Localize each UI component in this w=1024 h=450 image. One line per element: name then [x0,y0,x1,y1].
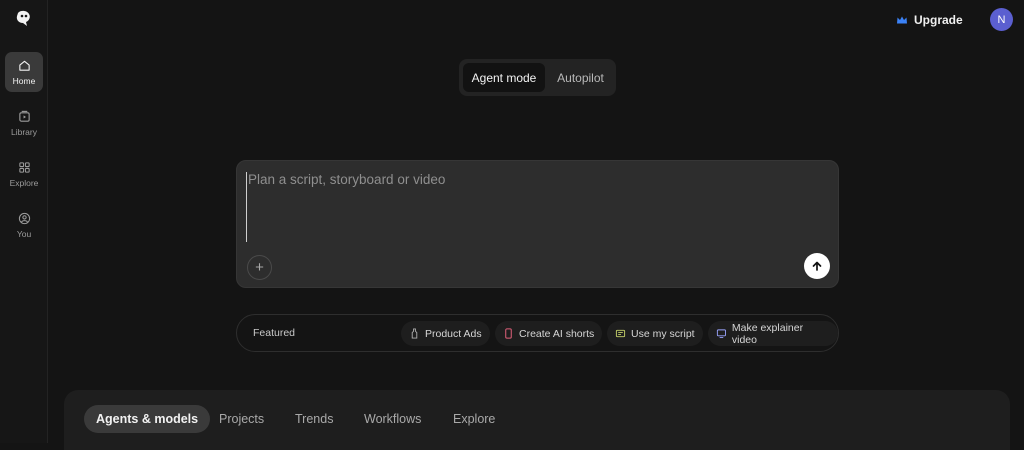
upgrade-button[interactable]: Upgrade [896,11,963,29]
library-icon [18,110,30,122]
chip-create-ai-shorts[interactable]: Create AI shorts [495,321,603,346]
chip-label: Make explainer video [731,321,804,346]
tab-workflows[interactable]: Workflows [364,405,421,433]
sidebar-item-label: Library [11,126,37,137]
tab-projects[interactable]: Projects [219,405,264,433]
prompt-input[interactable] [246,172,826,242]
tab-explore[interactable]: Explore [453,405,495,433]
user-icon [18,212,30,224]
sidebar-item-label: You [16,228,32,239]
sidebar-item-explore[interactable]: Explore [5,154,43,194]
app-logo[interactable] [14,9,34,29]
upgrade-label: Upgrade [914,13,963,27]
prompt-box: + [236,160,839,288]
tab-trends[interactable]: Trends [295,405,333,433]
chip-product-ads[interactable]: Product Ads [401,321,490,346]
tab-agents-models[interactable]: Agents & models [84,405,211,433]
phone-icon [505,328,512,339]
send-button[interactable] [804,253,830,279]
home-icon [18,60,30,71]
mode-toggle: Agent mode Autopilot [459,59,616,96]
sidebar: Home Library Explore You [0,0,48,443]
script-icon [615,329,626,338]
crown-icon [897,16,907,24]
grid-icon [18,161,30,173]
sidebar-item-you[interactable]: You [5,205,43,245]
bottom-panel: Agents & models Projects Trends Workflow… [64,390,1010,450]
sidebar-item-label: Explore [9,177,39,188]
bottle-icon [411,328,418,339]
arrow-up-icon [812,261,822,271]
chip-make-explainer-video[interactable]: Make explainer video [708,321,838,346]
chip-label: Use my script [631,327,695,340]
plus-icon: + [255,259,264,276]
chip-use-my-script[interactable]: Use my script [607,321,703,346]
sidebar-item-home[interactable]: Home [5,52,43,92]
attach-button[interactable]: + [247,255,272,280]
chip-label: Create AI shorts [519,327,595,340]
featured-bar: Featured Product Ads Create AI shorts Us… [236,314,839,352]
featured-label: Featured [253,327,296,339]
sidebar-item-label: Home [12,75,36,86]
avatar[interactable]: N [990,8,1013,31]
agent-mode-tab[interactable]: Agent mode [463,63,545,92]
sidebar-item-library[interactable]: Library [5,103,43,143]
monitor-icon [716,329,726,339]
autopilot-tab[interactable]: Autopilot [549,63,612,92]
chip-label: Product Ads [425,327,482,340]
